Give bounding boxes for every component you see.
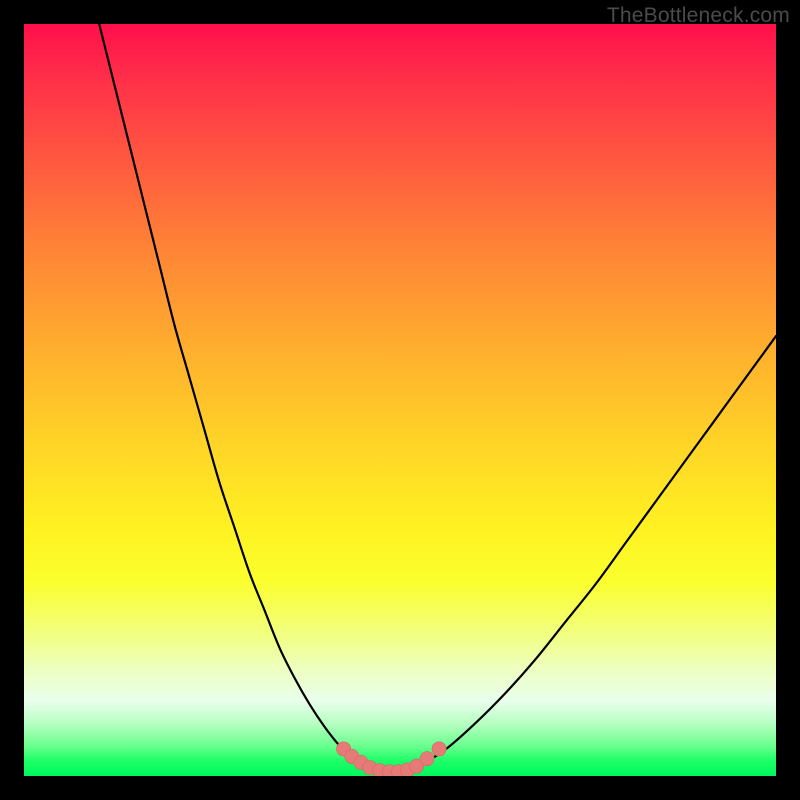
optimal-range-markers: [336, 742, 446, 776]
chart-stage: TheBottleneck.com: [0, 0, 800, 800]
curve-layer: [24, 24, 776, 776]
bottleneck-curve: [99, 24, 776, 773]
marker-dot: [420, 752, 434, 766]
plot-area: [24, 24, 776, 776]
marker-dot: [432, 742, 446, 756]
watermark-text: TheBottleneck.com: [607, 4, 790, 28]
